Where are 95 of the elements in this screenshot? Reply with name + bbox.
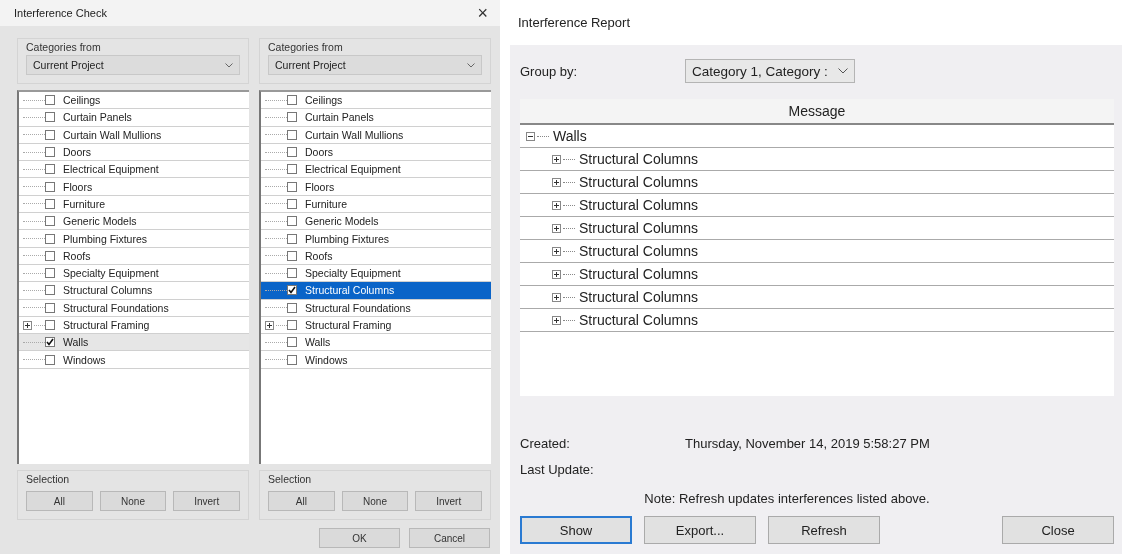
selection-button[interactable]: Invert	[415, 491, 482, 511]
checkbox[interactable]	[45, 181, 55, 192]
expand-icon[interactable]	[552, 177, 561, 187]
checkbox[interactable]	[287, 250, 297, 261]
group-label: Selection	[26, 473, 71, 485]
window-title: Interference Check	[14, 7, 107, 19]
expand-icon[interactable]	[552, 223, 561, 233]
checkbox[interactable]	[45, 337, 55, 348]
created-label: Created:	[520, 435, 571, 451]
tree-row[interactable]: Structural Columns	[520, 263, 1114, 286]
report-button[interactable]: Export...	[644, 516, 756, 544]
group-label: Categories from	[26, 41, 102, 53]
tree-row[interactable]: Structural Columns	[520, 194, 1114, 217]
collapse-icon[interactable]	[526, 131, 535, 141]
checkbox[interactable]	[45, 198, 55, 209]
checkbox[interactable]	[287, 147, 297, 158]
checkbox[interactable]	[45, 320, 55, 330]
checkbox[interactable]	[45, 268, 55, 279]
selection-button[interactable]: None	[341, 491, 409, 511]
dialog-button[interactable]: OK	[319, 528, 400, 548]
chevron-icon	[225, 62, 233, 68]
window-title: Interference Report	[510, 0, 1122, 45]
group-by-dropdown[interactable]: Category 1, Category :	[685, 59, 855, 83]
checkbox[interactable]	[45, 285, 55, 296]
category-item[interactable]: Walls	[19, 334, 249, 352]
selection-button[interactable]: All	[268, 491, 335, 511]
checkbox[interactable]	[287, 285, 297, 296]
tree-row[interactable]: Structural Columns	[520, 240, 1114, 263]
checkbox[interactable]	[45, 147, 55, 158]
expand-icon[interactable]	[552, 269, 561, 279]
checkbox[interactable]	[45, 250, 55, 261]
category-item[interactable]: Generic Models	[19, 213, 249, 231]
checkbox[interactable]	[287, 354, 297, 365]
selection-button[interactable]: All	[26, 491, 93, 511]
tree-row[interactable]: Structural Columns	[520, 148, 1114, 171]
dialog-button[interactable]: Cancel	[409, 528, 490, 548]
created-value: Thursday, November 14, 2019 5:58:27 PM	[685, 435, 930, 451]
checkbox[interactable]	[45, 129, 55, 140]
group-label: Categories from	[268, 41, 344, 53]
category-item[interactable]: Curtain Panels	[19, 109, 249, 127]
category-item[interactable]: Structural Columns	[261, 282, 491, 300]
checkbox[interactable]	[45, 95, 55, 106]
category-item[interactable]: Walls	[261, 334, 491, 352]
expand-icon[interactable]	[552, 200, 561, 210]
checkbox[interactable]	[45, 112, 55, 123]
category-item[interactable]: Ceilings	[19, 92, 249, 110]
report-button[interactable]: Close	[1002, 516, 1114, 544]
checkbox[interactable]	[45, 354, 55, 365]
category-item[interactable]: Electrical Equipment	[19, 161, 249, 179]
tree-row[interactable]: Structural Columns	[520, 217, 1114, 240]
checkbox[interactable]	[287, 320, 297, 330]
expand-icon[interactable]	[552, 154, 561, 164]
expand-icon[interactable]	[552, 246, 561, 256]
checkbox[interactable]	[45, 233, 55, 244]
last-update-label: Last Update:	[520, 461, 595, 477]
expand-icon[interactable]	[265, 320, 274, 330]
checkbox[interactable]	[287, 95, 297, 106]
checkbox[interactable]	[287, 337, 297, 348]
category-item[interactable]: Generic Models	[261, 213, 491, 231]
tree-row[interactable]: Walls	[520, 125, 1114, 148]
checkbox[interactable]	[287, 129, 297, 140]
column-header: Message	[520, 99, 1114, 125]
checkbox[interactable]	[287, 112, 297, 123]
tree-row[interactable]: Structural Columns	[520, 171, 1114, 194]
checkbox[interactable]	[45, 164, 55, 175]
checkbox[interactable]	[287, 198, 297, 209]
checkbox[interactable]	[287, 181, 297, 192]
checkbox[interactable]	[287, 233, 297, 244]
report-button[interactable]: Show	[520, 516, 632, 544]
group-label: Selection	[268, 473, 313, 485]
category-item[interactable]: Curtain Panels	[261, 109, 491, 127]
group-by-label: Group by:	[520, 63, 579, 79]
categories-dropdown[interactable]: Current Project	[26, 55, 240, 75]
checkbox[interactable]	[287, 164, 297, 175]
checkbox[interactable]	[287, 268, 297, 279]
category-item[interactable]: Ceilings	[261, 92, 491, 110]
checkbox[interactable]	[287, 302, 297, 313]
tree-row[interactable]: Structural Columns	[520, 309, 1114, 332]
checkbox[interactable]	[287, 216, 297, 227]
expand-icon[interactable]	[23, 320, 32, 330]
checkbox[interactable]	[45, 216, 55, 227]
close-button[interactable]: ×	[477, 2, 488, 24]
category-item[interactable]: Electrical Equipment	[261, 161, 491, 179]
selection-button[interactable]: Invert	[173, 491, 240, 511]
selection-button[interactable]: None	[99, 491, 167, 511]
note-text: Note: Refresh updates interferences listed above.	[644, 490, 930, 506]
tree-row[interactable]: Structural Columns	[520, 286, 1114, 309]
category-item[interactable]: Structural Columns	[19, 282, 249, 300]
expand-icon[interactable]	[552, 292, 561, 302]
chevron-icon	[838, 68, 848, 74]
expand-icon[interactable]	[552, 315, 561, 325]
chevron-icon	[467, 62, 475, 68]
checkbox[interactable]	[45, 302, 55, 313]
categories-dropdown[interactable]: Current Project	[268, 55, 482, 75]
report-button[interactable]: Refresh	[768, 516, 880, 544]
